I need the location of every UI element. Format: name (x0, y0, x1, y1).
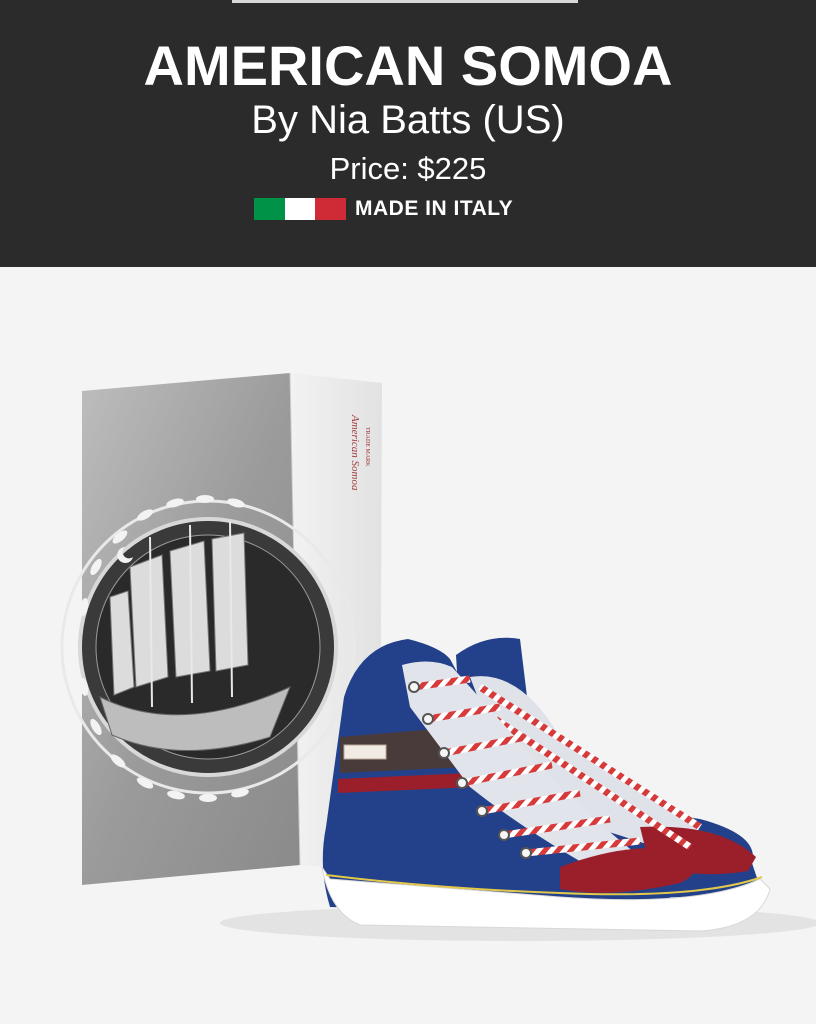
product-price: Price: $225 (329, 151, 487, 186)
made-in-badge: MADE IN ITALY (254, 196, 513, 222)
product-image: American Somoa TRADE MARK (0, 267, 816, 1024)
designer-name: By Nia Batts (US) (251, 98, 565, 142)
top-divider (232, 0, 578, 3)
shoe-and-box-illustration: American Somoa TRADE MARK (60, 372, 816, 941)
made-in-label: MADE IN ITALY (355, 197, 514, 220)
box-trademark-label: TRADE MARK (364, 427, 370, 467)
product-title: AMERICAN SOMOA (143, 34, 673, 97)
box-brand-label: American Somoa (349, 414, 361, 491)
italy-flag-icon (254, 198, 347, 220)
product-header: AMERICAN SOMOA By Nia Batts (US) Price: … (0, 0, 816, 267)
